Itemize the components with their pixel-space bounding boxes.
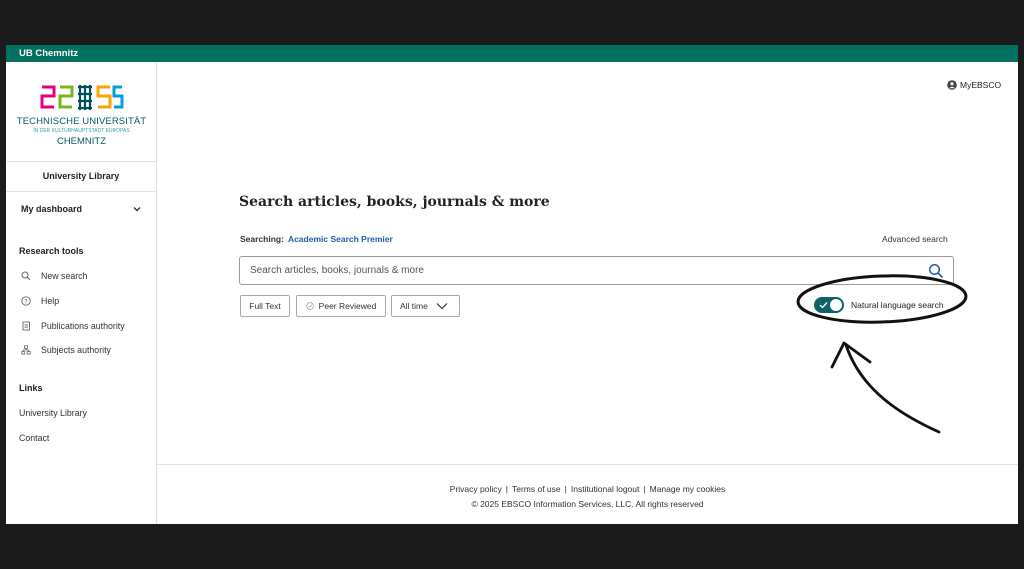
dashboard-label: My dashboard xyxy=(21,204,83,214)
myebsco-label: MyEBSCO xyxy=(960,80,1002,90)
research-tools-heading: Research tools xyxy=(19,246,84,256)
privacy-policy-link[interactable]: Privacy policy xyxy=(450,484,502,494)
nav-publications-authority[interactable]: Publications authority xyxy=(6,313,156,338)
nav-help[interactable]: ? Help xyxy=(6,289,156,314)
searching-label: Searching: xyxy=(240,234,284,244)
university-logo[interactable]: TECHNISCHE UNIVERSITÄT IN DER KULTURHAUP… xyxy=(6,62,156,162)
natural-language-label: Natural language search xyxy=(851,300,944,310)
chevron-down-icon xyxy=(436,303,448,310)
logo-line-3: CHEMNITZ xyxy=(56,136,107,147)
logo-mark-icon xyxy=(40,85,124,110)
institutional-logout-link[interactable]: Institutional logout xyxy=(571,484,640,494)
hierarchy-icon xyxy=(20,345,31,356)
peer-reviewed-filter[interactable]: Peer Reviewed xyxy=(296,295,386,317)
link-contact[interactable]: Contact xyxy=(6,425,156,450)
nav-label: Subjects authority xyxy=(41,345,111,356)
link-university-library[interactable]: University Library xyxy=(6,401,156,426)
search-submit-icon[interactable] xyxy=(928,263,944,279)
myebsco-button[interactable]: MyEBSCO xyxy=(947,80,1001,90)
filter-label: Full Text xyxy=(249,301,281,311)
full-text-filter[interactable]: Full Text xyxy=(240,295,290,317)
toggle-knob xyxy=(830,299,842,311)
search-input[interactable] xyxy=(250,265,928,276)
nav-label: Help xyxy=(41,296,60,307)
checkmark-icon xyxy=(819,302,828,309)
database-link[interactable]: Academic Search Premier xyxy=(288,234,393,244)
footer: Privacy policy | Terms of use | Institutiona… xyxy=(157,464,1018,524)
time-range-dropdown[interactable]: All time xyxy=(391,295,460,317)
institution-name: UB Chemnitz xyxy=(19,48,79,59)
user-account-icon xyxy=(947,80,957,90)
advanced-search-link[interactable]: Advanced search xyxy=(882,234,948,244)
nav-new-search[interactable]: New search xyxy=(6,264,156,289)
search-box[interactable] xyxy=(239,256,954,285)
nav-subjects-authority[interactable]: Subjects authority xyxy=(6,338,156,363)
chevron-down-icon xyxy=(133,207,141,212)
nav-label: Publications authority xyxy=(41,320,125,331)
manage-cookies-link[interactable]: Manage my cookies xyxy=(650,484,726,494)
library-title[interactable]: University Library xyxy=(6,162,156,192)
copyright: © 2025 EBSCO Information Services, LLC. … xyxy=(471,499,704,509)
terms-of-use-link[interactable]: Terms of use xyxy=(512,484,561,494)
page-title: Search articles, books, journals & more xyxy=(239,194,550,210)
annotation-arrow xyxy=(844,343,941,434)
dashboard-toggle[interactable]: My dashboard xyxy=(6,192,156,232)
sidebar: TECHNISCHE UNIVERSITÄT IN DER KULTURHAUP… xyxy=(6,62,157,524)
book-icon xyxy=(20,320,31,331)
searching-line: Searching: Academic Search Premier xyxy=(240,234,393,244)
annotation-arrowhead xyxy=(830,341,872,369)
nav-label: New search xyxy=(41,271,88,282)
footer-links: Privacy policy | Terms of use | Institutiona… xyxy=(449,484,726,494)
top-bar: UB Chemnitz xyxy=(6,45,1018,62)
logo-line-2: IN DER KULTURHAUPTSTADT EUROPAS xyxy=(33,128,130,134)
logo-line-1: TECHNISCHE UNIVERSITÄT xyxy=(16,116,147,127)
filter-label: Peer Reviewed xyxy=(318,301,377,311)
peer-reviewed-badge-icon xyxy=(305,302,314,310)
app-window: UB Chemnitz TECHNISCHE UNIVERSITÄT IN DE… xyxy=(6,45,1018,524)
links-heading: Links xyxy=(19,382,43,393)
natural-language-toggle[interactable] xyxy=(814,297,844,313)
svg-text:?: ? xyxy=(24,298,27,305)
help-icon: ? xyxy=(20,296,31,307)
search-icon xyxy=(20,271,31,282)
filter-label: All time xyxy=(400,301,428,311)
natural-language-search[interactable]: Natural language search xyxy=(814,297,944,313)
